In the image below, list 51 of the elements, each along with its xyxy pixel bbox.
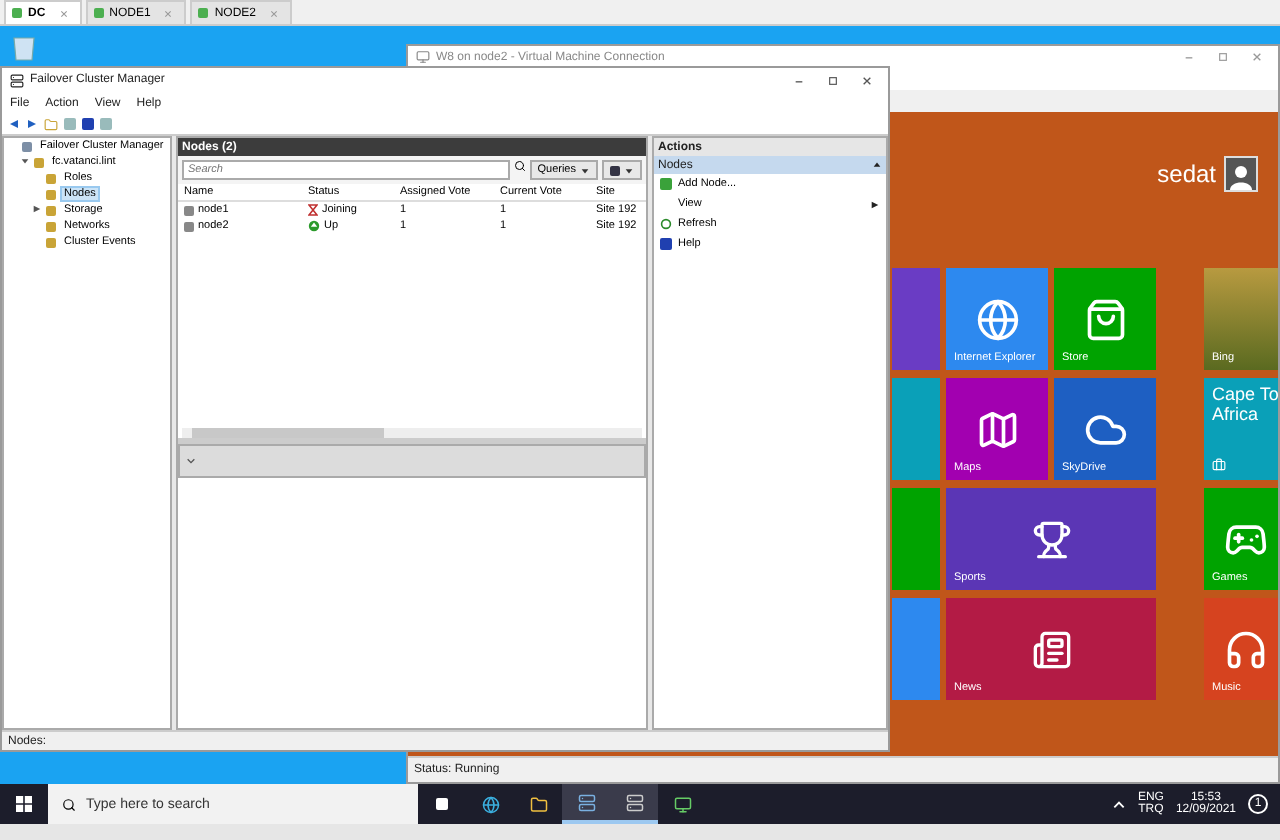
cluster-icon[interactable] (610, 784, 658, 824)
tile-icon (1031, 629, 1071, 669)
tile-icon (1031, 519, 1071, 559)
luggage-icon (1212, 458, 1226, 472)
remote-desktop-icon (198, 8, 209, 18)
remote-desktop-icon (93, 8, 104, 18)
photo-placeholder (1204, 268, 1278, 370)
refresh-icon (660, 218, 672, 230)
tree-node-icon (46, 221, 56, 231)
tree-node-icon (46, 205, 56, 215)
user-name: sedat (1157, 160, 1216, 188)
tree-node-icon (46, 173, 56, 183)
tree-node-icon (34, 157, 44, 167)
app-tile[interactable] (892, 598, 940, 700)
back-icon[interactable] (8, 118, 20, 130)
recycle-bin-icon (12, 34, 36, 62)
tile-headline: Cape To Africa (1212, 386, 1278, 426)
close-icon[interactable] (861, 75, 871, 85)
caret-icon (624, 165, 634, 175)
expander-icon[interactable] (32, 203, 42, 213)
tree-node-icon (46, 189, 56, 199)
tile-icon (1083, 297, 1127, 341)
search-icon[interactable] (513, 160, 526, 172)
maximize-icon[interactable] (827, 75, 837, 85)
scrollbar[interactable] (182, 428, 642, 438)
app-tile[interactable] (892, 268, 940, 370)
cluster-icon (10, 73, 24, 87)
maximize-icon[interactable] (1217, 52, 1227, 62)
tile-icon (975, 297, 1019, 341)
save-button[interactable] (602, 160, 642, 180)
server-manager-icon[interactable] (562, 784, 610, 824)
submenu-arrow-icon (870, 199, 880, 209)
status-up-icon (308, 220, 320, 232)
app-tile[interactable] (892, 378, 940, 480)
app-tile[interactable] (892, 488, 940, 590)
tile-icon (1224, 627, 1268, 671)
minimize-icon[interactable] (793, 75, 803, 85)
tray-chevron-icon[interactable] (1111, 797, 1126, 811)
caret-icon (580, 165, 590, 175)
expander-icon[interactable] (20, 155, 30, 165)
search-icon (62, 797, 76, 811)
expand-icon[interactable] (186, 456, 196, 466)
remote-desktop-icon (12, 8, 22, 18)
tree-node-icon (22, 141, 32, 151)
monitor-icon (416, 50, 430, 64)
tile-icon (975, 407, 1019, 451)
forward-icon[interactable] (26, 118, 38, 130)
collapse-icon[interactable] (872, 160, 882, 170)
hourglass-icon (308, 204, 318, 216)
avatar-icon (1224, 156, 1258, 192)
tree-node-icon (46, 237, 56, 247)
